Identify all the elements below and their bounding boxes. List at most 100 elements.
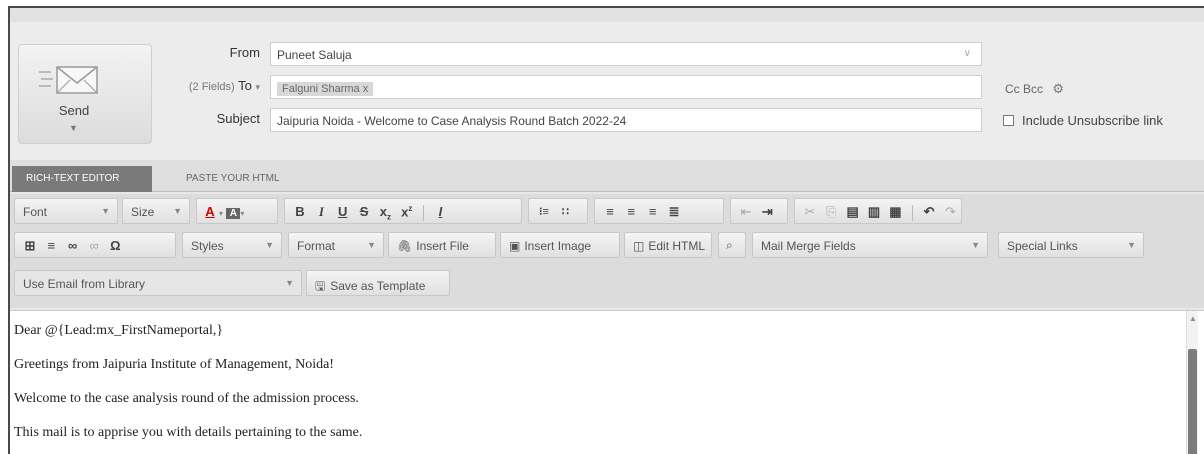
ordered-list-icon[interactable]: ⁝≡ [535,205,553,218]
chevron-down-icon: ▼ [101,206,110,216]
text-format-group: B I U S xz xz I [284,198,522,224]
indent-icon[interactable]: ⇥ [758,204,776,220]
styles-select-label: Styles [191,239,224,253]
cc-bcc-toggle[interactable]: Cc Bcc ⚙ [1005,81,1064,97]
email-library-select[interactable]: Use Email from Library ▼ [14,270,302,296]
undo-icon[interactable]: ↶ [920,204,938,220]
special-links-label: Special Links [1007,239,1078,253]
chevron-down-icon[interactable]: ▾ [240,209,244,218]
email-body-editor[interactable]: Dear @{Lead:mx_FirstNameportal,} Greetin… [10,310,1204,454]
text-color-icon[interactable]: A [201,204,219,219]
insert-image-label: Insert Image [524,239,592,253]
underline-icon[interactable]: U [334,204,352,219]
email-library-label: Use Email from Library [23,277,146,291]
size-select-label: Size [131,205,155,219]
send-label: Send [58,103,90,118]
scroll-up-icon[interactable]: ▲ [1189,314,1197,323]
paperclip-icon: 🖇 [397,239,413,253]
header-strip [10,8,1204,22]
align-left-icon[interactable]: ≡ [601,204,619,219]
subject-input[interactable]: Jaipuria Noida - Welcome to Case Analysi… [270,108,982,132]
align-right-icon[interactable]: ≡ [644,204,662,219]
html-icon: ◫ [633,239,645,253]
scroll-thumb[interactable] [1188,349,1197,454]
chevron-down-icon: ▼ [1127,240,1136,250]
chevron-down-icon[interactable]: ▾ [219,209,223,218]
copy-icon[interactable]: ⎘ [822,204,840,220]
tab-paste-html[interactable]: PASTE YOUR HTML [172,166,294,192]
italic-icon[interactable]: I [312,204,330,220]
superscript-icon[interactable]: xz [398,204,416,219]
from-label: From [229,45,260,60]
toolbar-row-1: Font ▼ Size ▼ A ▾ A ▾ B I U S xz xz I ⁝≡ ∷ ≡… [10,194,1204,228]
to-field[interactable]: Falguni Sharma x [270,75,982,99]
format-select[interactable]: Format ▼ [288,232,384,258]
edit-html-button[interactable]: ◫ Edit HTML [624,232,712,258]
size-select[interactable]: Size ▼ [122,198,190,224]
format-select-label: Format [297,239,336,253]
bg-color-icon[interactable]: A [226,208,241,219]
cut-icon[interactable]: ✂ [801,204,819,220]
hr-icon[interactable]: ≡ [42,238,60,253]
align-group: ≡ ≡ ≡ ≣ [594,198,724,224]
settings-gear-icon[interactable]: ⚙ [1052,81,1064,97]
bullet-list-icon[interactable]: ∷ [556,205,574,218]
color-group: A ▾ A ▾ [196,198,278,224]
align-center-icon[interactable]: ≡ [622,204,640,219]
paste-word-icon[interactable]: ▦ [886,204,904,220]
unsubscribe-option[interactable]: Include Unsubscribe link [1003,113,1163,128]
strike-icon[interactable]: S [355,204,373,219]
justify-icon[interactable]: ≣ [665,204,683,220]
divider [423,205,425,222]
to-fields-count: (2 Fields) [188,81,235,93]
from-value: Puneet Saluja [277,48,352,62]
remove-recipient-icon[interactable]: x [363,83,369,95]
bold-icon[interactable]: B [291,204,309,219]
send-button[interactable]: Send ▼ [18,44,152,144]
to-label-group[interactable]: (2 Fields) To ▾ [160,78,260,93]
tab-rich-text-editor[interactable]: RICH-TEXT EDITOR [12,166,152,192]
recipient-name: Falguni Sharma [282,83,360,95]
insert-image-button[interactable]: ▣ Insert Image [500,232,620,258]
font-select[interactable]: Font ▼ [14,198,118,224]
from-select[interactable]: Puneet Saluja ∨ [270,42,982,66]
save-template-button[interactable]: 🖫 Save as Template [306,270,450,296]
body-greeting: Dear @{Lead:mx_FirstNameportal,} [14,323,224,338]
editor-tabs: RICH-TEXT EDITOR PASTE YOUR HTML [10,160,1204,192]
insert-file-button[interactable]: 🖇 Insert File [388,232,496,258]
special-char-icon[interactable]: Ω [106,238,124,253]
recipient-chip[interactable]: Falguni Sharma x [277,82,374,96]
chevron-down-icon: ∨ [963,48,971,59]
outdent-icon[interactable]: ⇤ [737,204,755,220]
unsubscribe-checkbox[interactable] [1003,115,1014,126]
special-links-select[interactable]: Special Links ▼ [998,232,1144,258]
table-icon[interactable]: ⊞ [21,238,39,254]
unsubscribe-label: Include Unsubscribe link [1022,113,1163,128]
chevron-down-icon: ▼ [971,240,980,250]
preview-button[interactable]: ⌕ [718,232,746,258]
send-dropdown-icon[interactable]: ▼ [69,123,78,133]
save-icon: 🖫 [315,279,326,293]
mail-merge-select[interactable]: Mail Merge Fields ▼ [752,232,988,258]
subscript-icon[interactable]: xz [376,204,394,222]
mail-merge-label: Mail Merge Fields [761,239,856,253]
remove-format-icon[interactable]: I [431,204,449,219]
paste-icon[interactable]: ▤ [844,204,862,220]
to-dropdown-icon: ▾ [255,82,260,92]
clipboard-group: ✂ ⎘ ▤ ▥ ▦ ↶ ↷ [794,198,962,224]
chevron-down-icon: ▼ [173,206,182,216]
body-line-2: Greetings from Jaipuria Institute of Man… [14,357,334,372]
send-envelope-icon [39,66,98,94]
insert-file-label: Insert File [416,239,469,253]
redo-icon[interactable]: ↷ [941,204,959,220]
save-template-label: Save as Template [330,279,426,293]
divider [911,204,913,221]
editor-scrollbar[interactable]: ▲ [1186,311,1198,454]
styles-select[interactable]: Styles ▼ [182,232,282,258]
list-group: ⁝≡ ∷ [528,198,588,224]
body-line-4: This mail is to apprise you with details… [14,425,363,440]
unlink-icon[interactable]: ∞ [85,238,103,253]
link-icon[interactable]: ∞ [64,238,82,253]
paste-text-icon[interactable]: ▥ [865,204,883,220]
image-icon: ▣ [509,239,521,253]
